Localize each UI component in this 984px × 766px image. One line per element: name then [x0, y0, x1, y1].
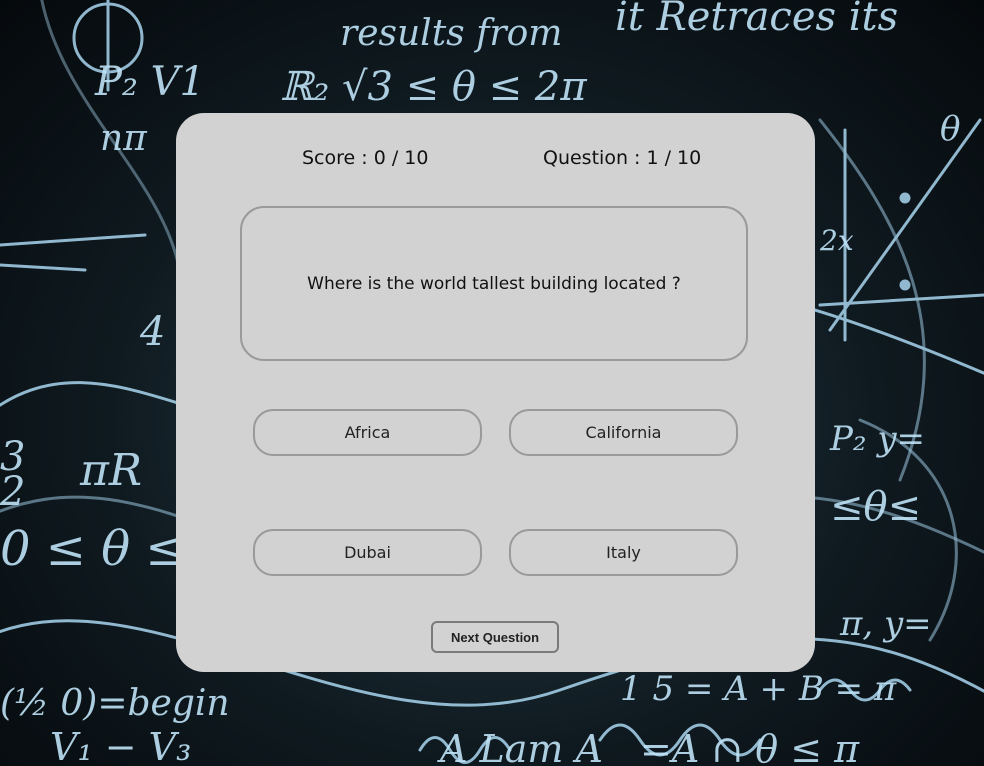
svg-text:≤θ≤: ≤θ≤ — [830, 484, 921, 530]
question-box: Where is the world tallest building loca… — [240, 206, 748, 361]
score-label: Score : 0 / 10 — [302, 147, 429, 169]
next-question-button[interactable]: Next Question — [431, 621, 559, 653]
question-count-label: Question : 1 / 10 — [543, 147, 702, 169]
svg-text:πR: πR — [79, 445, 142, 496]
svg-text:=A ∩ θ ≤ π: =A ∩ θ ≤ π — [640, 727, 860, 766]
svg-text:ℝ₂ √3 ≤ θ ≤ 2π: ℝ₂ √3 ≤ θ ≤ 2π — [280, 64, 587, 110]
answer-button-africa[interactable]: Africa — [253, 409, 482, 456]
svg-text:2x: 2x — [819, 224, 854, 257]
answer-button-italy[interactable]: Italy — [509, 529, 738, 576]
svg-text:it Retraces its: it Retraces its — [615, 0, 898, 40]
svg-text:A Lam A: A Lam A — [437, 727, 603, 766]
svg-text:(½ 0)=begin: (½ 0)=begin — [0, 683, 230, 724]
svg-text:results from: results from — [340, 13, 562, 54]
svg-text:π, y=: π, y= — [839, 604, 932, 644]
answer-button-california[interactable]: California — [509, 409, 738, 456]
svg-text:0 ≤ θ ≤: 0 ≤ θ ≤ — [0, 521, 186, 577]
svg-text:P₂ V1: P₂ V1 — [94, 59, 205, 105]
svg-text:2: 2 — [0, 469, 25, 515]
svg-text:nπ: nπ — [100, 118, 148, 159]
svg-text:θ: θ — [940, 109, 960, 149]
svg-text:P₂ y=: P₂ y= — [829, 419, 925, 459]
quiz-card: Score : 0 / 10 Question : 1 / 10 Where i… — [176, 113, 815, 672]
svg-text:1 5 = A + B = π: 1 5 = A + B = π — [620, 669, 897, 709]
svg-text:V₁ − V₃: V₁ − V₃ — [50, 725, 191, 766]
svg-text:4: 4 — [139, 309, 165, 355]
answer-button-dubai[interactable]: Dubai — [253, 529, 482, 576]
question-text: Where is the world tallest building loca… — [307, 273, 681, 294]
